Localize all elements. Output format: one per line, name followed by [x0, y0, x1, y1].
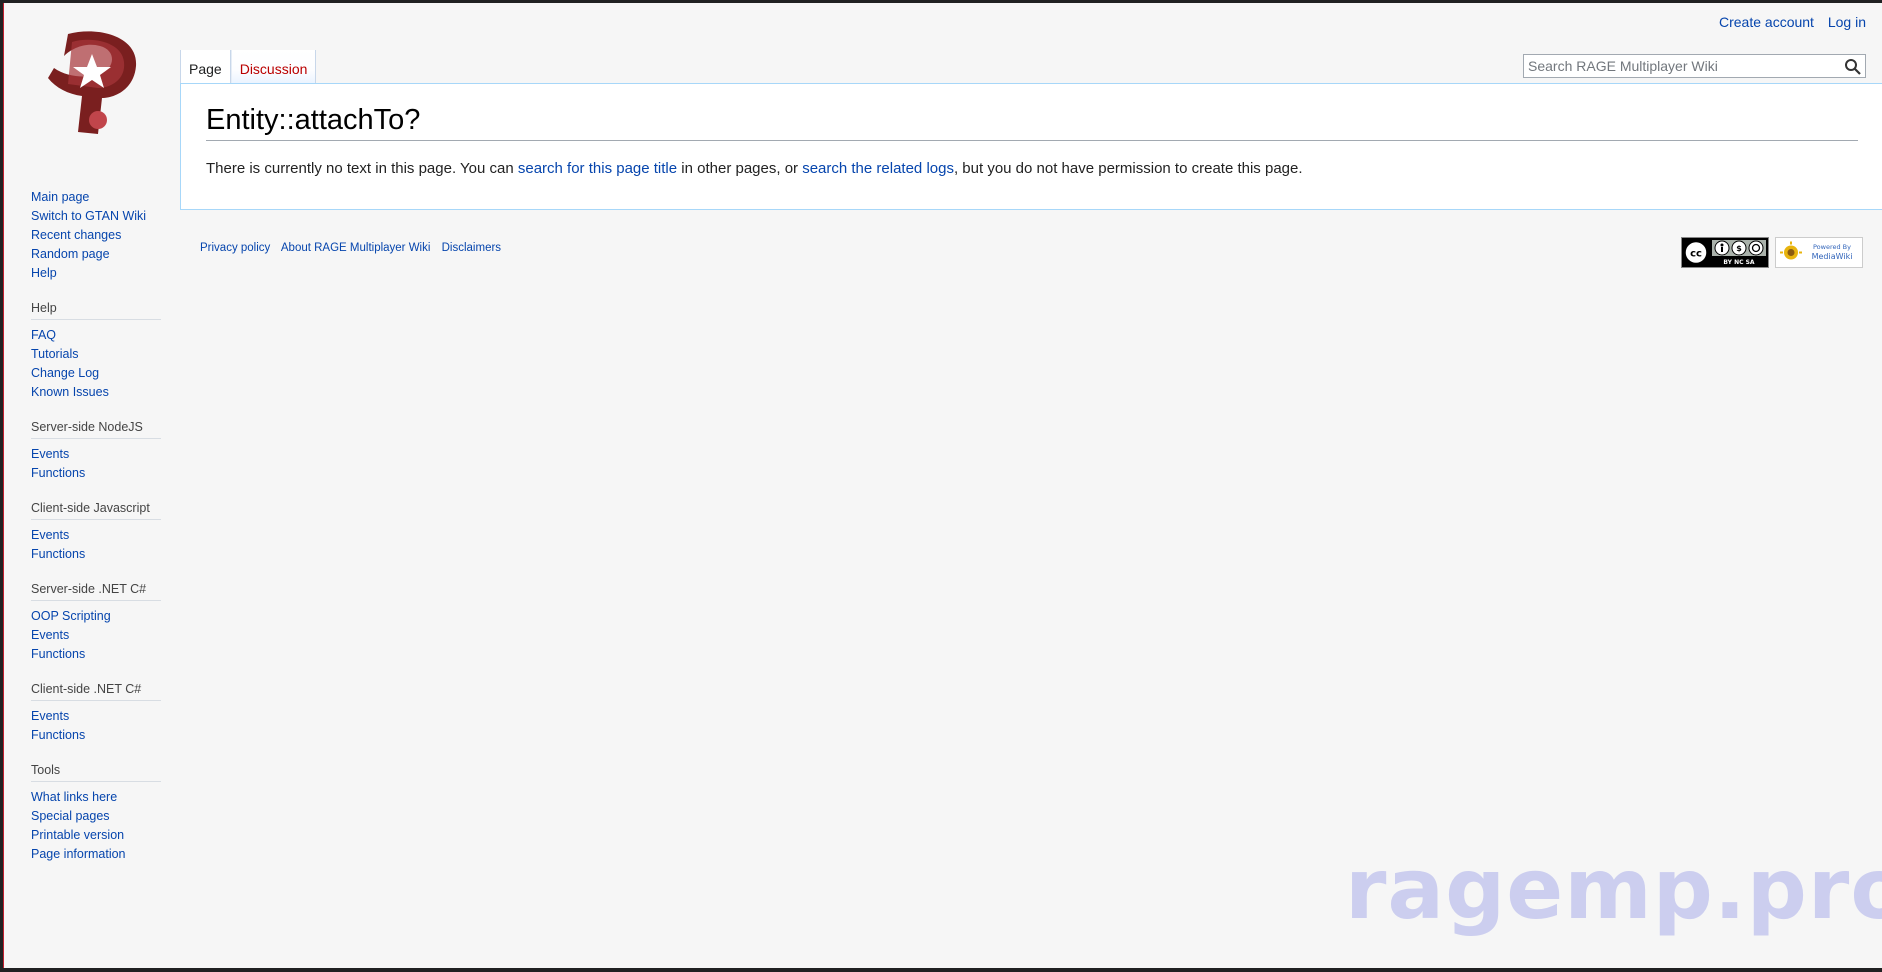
cc-license-badge[interactable]: cc $ BY NC SA	[1681, 237, 1769, 268]
sidebar-item-functions[interactable]: Functions	[31, 464, 161, 483]
body-text-part: , but you do not have permission to crea…	[953, 160, 1303, 177]
sidebar-item-tutorials[interactable]: Tutorials	[31, 345, 161, 364]
sidebar-item-events[interactable]: Events	[31, 526, 161, 545]
sidebar-item-events[interactable]: Events	[31, 445, 161, 464]
sidebar-heading: Server-side .NET C#	[31, 582, 161, 601]
sidebar-section-server-net: Server-side .NET C# OOP Scripting Events…	[31, 582, 161, 664]
tab-page[interactable]: Page	[180, 50, 231, 84]
svg-text:cc: cc	[1690, 249, 1702, 260]
create-account-link[interactable]: Create account	[1719, 14, 1814, 30]
search-box	[1523, 54, 1866, 78]
page-title: Entity::attachTo?	[206, 102, 1858, 141]
sidebar-section-client-js: Client-side Javascript Events Functions	[31, 501, 161, 564]
sidebar: Main page Switch to GTAN Wiki Recent cha…	[31, 188, 161, 882]
mw-badge-bottom: MediaWiki	[1812, 252, 1853, 261]
sidebar-item-special-pages[interactable]: Special pages	[31, 807, 161, 826]
search-button[interactable]	[1843, 57, 1863, 77]
sidebar-heading: Client-side .NET C#	[31, 682, 161, 701]
site-logo[interactable]	[38, 28, 148, 140]
sidebar-item-help[interactable]: Help	[31, 264, 161, 283]
sidebar-heading: Tools	[31, 763, 161, 782]
body-text-part: in other pages, or	[677, 160, 803, 177]
content-area: Entity::attachTo? There is currently no …	[180, 83, 1882, 210]
sidebar-item-functions[interactable]: Functions	[31, 645, 161, 664]
cc-badge-label: BY NC SA	[1723, 259, 1755, 266]
sidebar-heading: Help	[31, 301, 161, 320]
about-link[interactable]: About RAGE Multiplayer Wiki	[281, 242, 431, 254]
rage-logo-icon	[48, 31, 137, 134]
mediawiki-icon: Powered By MediaWiki	[1776, 238, 1862, 267]
search-input[interactable]	[1524, 55, 1842, 77]
sidebar-item-faq[interactable]: FAQ	[31, 326, 161, 345]
disclaimers-link[interactable]: Disclaimers	[442, 242, 501, 254]
window-frame-top	[0, 0, 1882, 3]
watermark: ragemp.pro	[1345, 840, 1882, 938]
footer-links: Privacy policy About RAGE Multiplayer Wi…	[200, 242, 509, 254]
sidebar-item-known-issues[interactable]: Known Issues	[31, 383, 161, 402]
sidebar-navigation: Main page Switch to GTAN Wiki Recent cha…	[31, 188, 161, 283]
window-frame-accent	[3, 3, 4, 972]
privacy-policy-link[interactable]: Privacy policy	[200, 242, 270, 254]
sidebar-section-help: Help FAQ Tutorials Change Log Known Issu…	[31, 301, 161, 402]
sidebar-item-change-log[interactable]: Change Log	[31, 364, 161, 383]
sidebar-item-random-page[interactable]: Random page	[31, 245, 161, 264]
sidebar-item-oop-scripting[interactable]: OOP Scripting	[31, 607, 161, 626]
svg-text:$: $	[1736, 244, 1742, 253]
sidebar-item-switch-gtan[interactable]: Switch to GTAN Wiki	[31, 207, 161, 226]
sidebar-item-events[interactable]: Events	[31, 707, 161, 726]
sidebar-item-events[interactable]: Events	[31, 626, 161, 645]
mw-badge-top: Powered By	[1813, 243, 1851, 251]
sidebar-item-main-page[interactable]: Main page	[31, 188, 161, 207]
creative-commons-icon: cc $ BY NC SA	[1682, 238, 1768, 267]
sidebar-item-functions[interactable]: Functions	[31, 726, 161, 745]
sidebar-item-functions[interactable]: Functions	[31, 545, 161, 564]
sidebar-item-page-information[interactable]: Page information	[31, 845, 161, 864]
sidebar-heading: Client-side Javascript	[31, 501, 161, 520]
sidebar-item-what-links-here[interactable]: What links here	[31, 788, 161, 807]
namespace-tabs: Page Discussion	[180, 50, 317, 84]
tab-discussion[interactable]: Discussion	[230, 50, 317, 84]
window-frame-bottom	[0, 968, 1882, 972]
sidebar-item-recent-changes[interactable]: Recent changes	[31, 226, 161, 245]
search-title-link[interactable]: search for this page title	[518, 160, 677, 177]
body-text-part: There is currently no text in this page.…	[206, 160, 518, 177]
personal-tools: Create account Log in	[1709, 14, 1866, 30]
sidebar-section-server-nodejs: Server-side NodeJS Events Functions	[31, 420, 161, 483]
sidebar-heading: Server-side NodeJS	[31, 420, 161, 439]
sidebar-item-printable-version[interactable]: Printable version	[31, 826, 161, 845]
search-logs-link[interactable]: search the related logs	[802, 160, 954, 177]
search-icon	[1845, 59, 1861, 75]
sidebar-section-client-net: Client-side .NET C# Events Functions	[31, 682, 161, 745]
sidebar-section-tools: Tools What links here Special pages Prin…	[31, 763, 161, 864]
log-in-link[interactable]: Log in	[1828, 14, 1866, 30]
powered-by-mediawiki-badge[interactable]: Powered By MediaWiki	[1775, 237, 1863, 268]
page-body-text: There is currently no text in this page.…	[206, 159, 1303, 179]
